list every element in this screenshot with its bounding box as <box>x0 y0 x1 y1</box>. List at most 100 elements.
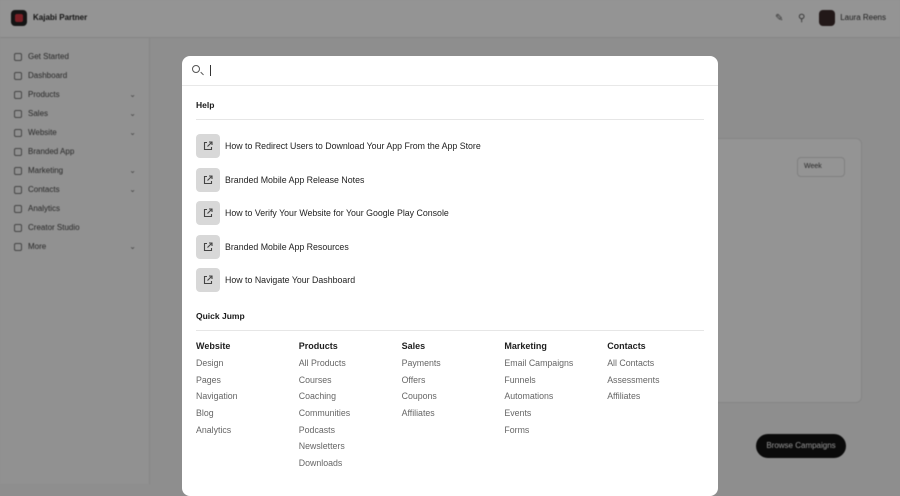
quick-jump-link[interactable]: Design <box>196 358 296 375</box>
quick-jump-link[interactable]: Courses <box>299 375 399 392</box>
quick-jump-link[interactable]: Offers <box>402 375 502 392</box>
analytics-icon <box>14 204 22 213</box>
sidebar-item-label: Dashboard <box>28 71 68 80</box>
help-article-title: Branded Mobile App Release Notes <box>225 174 365 185</box>
quick-jump-link[interactable]: Affiliates <box>402 408 502 425</box>
sidebar-item-branded-app[interactable]: Branded App <box>14 147 136 156</box>
quick-jump-link[interactable]: Podcasts <box>299 425 399 442</box>
brand-logo <box>11 10 27 26</box>
quick-jump-link[interactable]: Coupons <box>402 391 502 408</box>
sidebar-item-label: Branded App <box>28 147 75 156</box>
quick-jump-column-website: Website Design Pages Navigation Blog Analytic… <box>196 341 296 441</box>
column-heading: Sales <box>401 341 426 351</box>
quick-jump-link[interactable]: Email Campaigns <box>504 358 604 375</box>
divider <box>196 330 704 331</box>
quick-jump-column-sales: Sales Payments Offers Coupons Affiliates <box>402 341 502 425</box>
quick-jump-link[interactable]: Automations <box>504 391 604 408</box>
help-article-title: Branded Mobile App Resources <box>225 241 349 252</box>
quick-jump-link[interactable]: Analytics <box>196 425 296 442</box>
quick-jump-link[interactable]: Assessments <box>607 375 707 392</box>
chevron-down-icon: ⌄ <box>129 242 136 251</box>
sidebar-item-label: Creator Studio <box>28 223 80 232</box>
user-name[interactable]: Laura Reens <box>840 13 886 22</box>
quick-jump-link[interactable]: Events <box>504 408 604 425</box>
chevron-down-icon: ⌄ <box>129 90 136 99</box>
chevron-down-icon: ⌄ <box>129 128 136 137</box>
quick-jump-link[interactable]: Downloads <box>299 458 399 475</box>
background-card: Week <box>700 138 862 403</box>
contacts-icon <box>14 185 22 194</box>
quick-jump-link[interactable]: Affiliates <box>607 391 707 408</box>
quick-jump-link[interactable]: Navigation <box>196 391 296 408</box>
command-palette: Help How to Redirect Users to Download Y… <box>182 56 718 496</box>
sidebar-item-analytics[interactable]: Analytics <box>14 204 136 213</box>
quick-jump-link[interactable]: Forms <box>504 425 604 442</box>
dashboard-icon <box>14 71 22 80</box>
get-started-icon <box>14 52 22 61</box>
column-heading: Website <box>196 341 231 351</box>
sidebar-item-marketing[interactable]: Marketing ⌄ <box>14 166 136 175</box>
help-article-link[interactable]: How to Redirect Users to Download Your A… <box>196 134 481 158</box>
sidebar-item-contacts[interactable]: Contacts ⌄ <box>14 185 136 194</box>
help-article-link[interactable]: How to Navigate Your Dashboard <box>196 268 355 292</box>
website-icon <box>14 128 22 137</box>
search-icon <box>192 65 200 73</box>
quick-jump-link[interactable]: Payments <box>402 358 502 375</box>
search-bar <box>182 56 718 86</box>
sidebar-item-get-started[interactable]: Get Started <box>14 52 136 61</box>
top-bar: Kajabi Partner ✎ ⚲ Laura Reens <box>0 0 900 38</box>
help-article-title: How to Navigate Your Dashboard <box>225 275 356 285</box>
quick-jump-link[interactable]: Funnels <box>504 375 604 392</box>
quick-jump-link[interactable]: Pages <box>196 375 296 392</box>
chevron-down-icon: ⌄ <box>129 166 136 175</box>
sidebar-item-label: Marketing <box>28 166 64 175</box>
quick-jump-link[interactable]: Newsletters <box>299 441 399 458</box>
column-heading: Contacts <box>607 341 646 351</box>
sidebar-item-products[interactable]: Products ⌄ <box>14 90 136 99</box>
quick-jump-link[interactable]: Communities <box>299 408 399 425</box>
help-article-title: How to Redirect Users to Download Your A… <box>225 141 481 151</box>
search-input[interactable] <box>208 62 688 80</box>
chevron-down-icon: ⌄ <box>129 109 136 118</box>
browse-campaigns-button[interactable]: Browse Campaigns <box>756 434 846 458</box>
sidebar: Get Started Dashboard Products ⌄ Sales ⌄ Websi… <box>0 38 150 484</box>
quick-jump-link[interactable]: All Contacts <box>607 358 707 375</box>
quick-jump-heading: Quick Jump <box>196 311 245 321</box>
sidebar-item-creator-studio[interactable]: Creator Studio <box>14 223 136 232</box>
external-link-icon <box>196 201 220 225</box>
quick-jump-link[interactable]: Blog <box>196 408 296 425</box>
more-icon <box>14 242 22 251</box>
quick-jump-column-contacts: Contacts All Contacts Assessments Affiliate… <box>607 341 707 408</box>
sidebar-item-website[interactable]: Website ⌄ <box>14 128 136 137</box>
avatar[interactable] <box>819 10 835 26</box>
external-link-icon <box>196 167 220 192</box>
column-heading: Marketing <box>504 341 547 351</box>
external-link-icon <box>196 268 220 292</box>
quick-jump-link[interactable]: All Products <box>299 358 399 375</box>
quick-jump-link[interactable]: Coaching <box>299 391 399 408</box>
help-article-link[interactable]: Branded Mobile App Release Notes <box>196 167 365 192</box>
column-heading: Products <box>298 341 338 351</box>
sidebar-item-more[interactable]: More ⌄ <box>14 242 136 251</box>
external-link-icon <box>196 134 220 158</box>
sidebar-item-label: Get Started <box>28 52 69 61</box>
quick-jump-column-marketing: Marketing Email Campaigns Funnels Automatio… <box>504 341 604 441</box>
text-cursor <box>210 65 211 76</box>
creator-studio-icon <box>14 223 22 232</box>
chevron-down-icon: ⌄ <box>129 185 136 194</box>
marketing-icon <box>14 166 22 175</box>
sidebar-item-dashboard[interactable]: Dashboard <box>14 71 136 80</box>
sidebar-item-sales[interactable]: Sales ⌄ <box>14 109 136 118</box>
quick-jump-column-products: Products All Products Courses Coaching Commu… <box>299 341 399 475</box>
help-article-link[interactable]: Branded Mobile App Resources <box>196 234 349 259</box>
help-article-link[interactable]: How to Verify Your Website for Your Goog… <box>196 201 449 225</box>
brand-name: Kajabi Partner <box>33 13 88 22</box>
sidebar-item-label: Sales <box>28 109 49 118</box>
help-article-title: How to Verify Your Website for Your Goog… <box>225 208 449 218</box>
sidebar-item-label: Analytics <box>28 204 61 213</box>
sales-icon <box>14 109 22 118</box>
edit-icon[interactable]: ✎ <box>775 13 783 24</box>
divider <box>196 119 704 120</box>
period-select[interactable]: Week <box>797 157 845 177</box>
search-icon[interactable]: ⚲ <box>798 13 805 24</box>
